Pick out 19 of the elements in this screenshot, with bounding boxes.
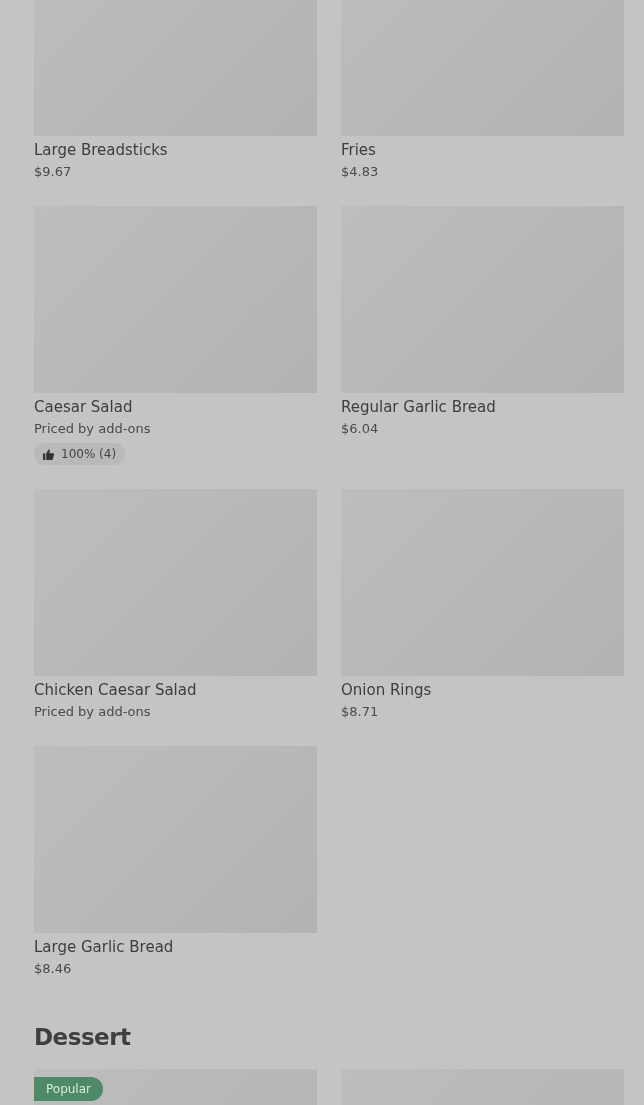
item-price: $9.67 xyxy=(34,163,73,181)
item-price: $6.04 xyxy=(341,420,380,438)
item-name[interactable]: Regular Garlic Bread xyxy=(341,397,624,417)
section-heading: Dessert xyxy=(34,1023,132,1051)
item-name[interactable]: Chicken Caesar Salad xyxy=(34,680,317,700)
item-price: Priced by add-ons xyxy=(34,420,152,438)
item-price: $8.71 xyxy=(341,703,380,721)
item-name[interactable]: Large Breadsticks xyxy=(34,140,317,160)
popular-badge: Popular xyxy=(34,1077,103,1101)
item-price: Priced by add-ons xyxy=(34,703,152,721)
item-price: $8.46 xyxy=(34,960,73,978)
item-name[interactable]: Caesar Salad xyxy=(34,397,317,417)
item-name[interactable]: Large Garlic Bread xyxy=(34,937,317,957)
item-price: $4.83 xyxy=(341,163,380,181)
image-placeholder[interactable]: Popular xyxy=(34,1069,317,1105)
rating-text: 100% (4) xyxy=(61,446,117,462)
item-name[interactable]: Onion Rings xyxy=(341,680,624,700)
item-name[interactable]: Fries xyxy=(341,140,624,160)
thumbs-up-icon xyxy=(43,448,54,460)
